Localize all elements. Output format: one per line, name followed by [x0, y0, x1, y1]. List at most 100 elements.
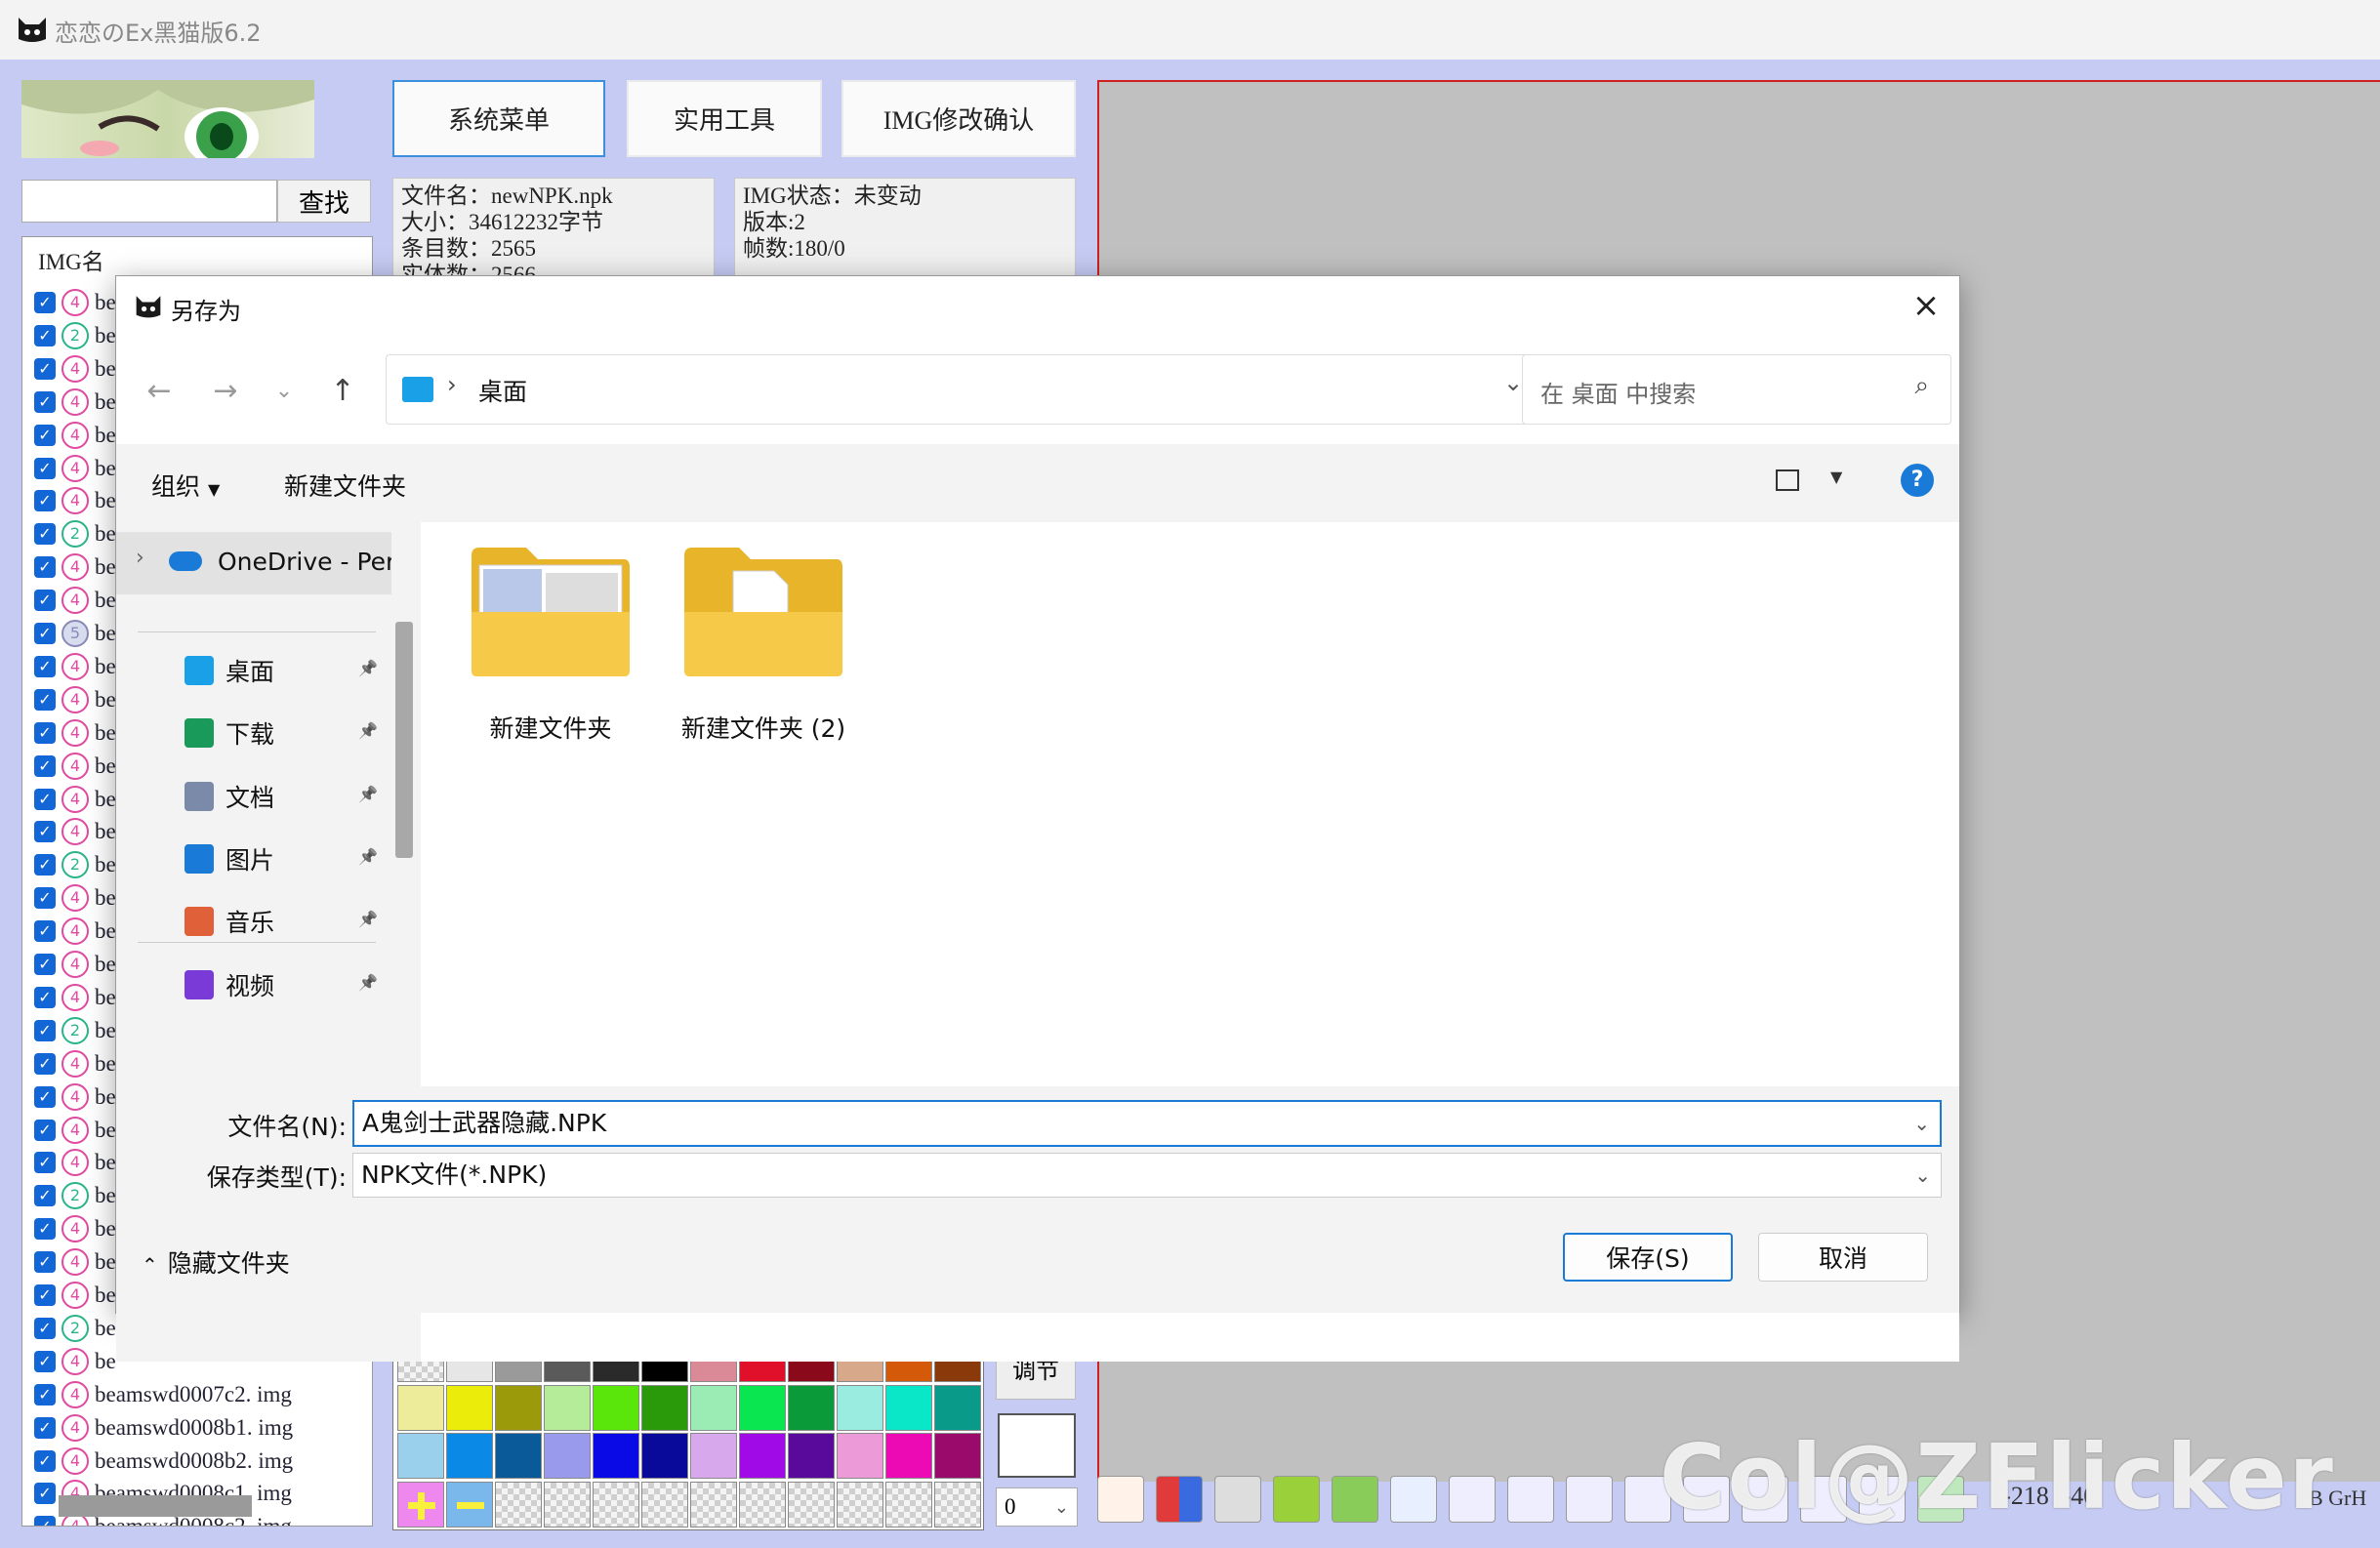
color-swatch[interactable]	[593, 1433, 639, 1479]
view-icon[interactable]	[1776, 469, 1799, 491]
checkbox-checked-icon[interactable]: ✓	[34, 1185, 56, 1207]
horizontal-scrollbar-thumb[interactable]	[59, 1495, 252, 1517]
nav-item[interactable]: 下载	[185, 712, 274, 754]
recent-chevron-icon[interactable]: ⌄	[265, 372, 304, 411]
color-swatch[interactable]	[495, 1384, 542, 1431]
color-swatch[interactable]	[690, 1384, 737, 1431]
color-swatch[interactable]	[690, 1433, 737, 1479]
color-swatch[interactable]	[641, 1433, 688, 1479]
checkbox-checked-icon[interactable]: ✓	[34, 887, 56, 910]
nav-item[interactable]: 文档	[185, 775, 274, 818]
organize-button[interactable]: 组织 ▼	[151, 468, 220, 503]
color-swatch[interactable]	[934, 1384, 981, 1431]
chevron-down-icon[interactable]: ⌄	[1913, 1102, 1930, 1145]
transparent-swatch[interactable]	[837, 1481, 883, 1528]
list-item[interactable]: ✓ 4 beamswd0008b1. img	[22, 1411, 354, 1445]
palette-tool-icon[interactable]	[1156, 1476, 1203, 1523]
search-button[interactable]: 查找	[277, 180, 371, 223]
color-swatch[interactable]	[397, 1384, 444, 1431]
back-arrow-icon[interactable]: ←	[140, 372, 179, 411]
checkbox-checked-icon[interactable]: ✓	[34, 854, 56, 876]
color-swatch[interactable]	[397, 1433, 444, 1479]
transparent-swatch[interactable]	[885, 1481, 932, 1528]
checkbox-checked-icon[interactable]: ✓	[34, 821, 56, 843]
checkbox-checked-icon[interactable]: ✓	[34, 754, 56, 777]
crop-icon[interactable]	[1566, 1476, 1613, 1523]
chevron-down-icon[interactable]: ⌄	[1914, 1154, 1931, 1197]
transparent-swatch[interactable]	[593, 1481, 639, 1528]
zoom-select[interactable]: 0 ⌄	[996, 1487, 1078, 1527]
checkbox-checked-icon[interactable]: ✓	[34, 920, 56, 943]
color-swatch[interactable]	[885, 1433, 932, 1479]
hide-folders-toggle[interactable]: ⌃ 隐藏文件夹	[142, 1244, 290, 1280]
filetype-select[interactable]: NPK文件(*.NPK) ⌄	[352, 1153, 1942, 1198]
clapper-tool-icon[interactable]	[1332, 1476, 1378, 1523]
nav-item[interactable]: 图片	[185, 837, 274, 880]
checkbox-checked-icon[interactable]: ✓	[34, 721, 56, 744]
system-menu-button[interactable]: 系统菜单	[392, 80, 605, 157]
nav-item[interactable]: 音乐	[185, 900, 274, 943]
checkbox-checked-icon[interactable]: ✓	[34, 1152, 56, 1174]
color-swatch[interactable]	[446, 1433, 493, 1479]
transparent-swatch[interactable]	[641, 1481, 688, 1528]
checkbox-checked-icon[interactable]: ✓	[34, 986, 56, 1008]
checkbox-checked-icon[interactable]: ✓	[34, 1052, 56, 1075]
checkbox-checked-icon[interactable]: ✓	[34, 490, 56, 512]
checkbox-checked-icon[interactable]: ✓	[34, 623, 56, 644]
address-dropdown-icon[interactable]: ⌄	[1503, 369, 1523, 396]
search-input[interactable]	[21, 180, 277, 223]
checkbox-checked-icon[interactable]: ✓	[34, 688, 56, 711]
checkbox-checked-icon[interactable]: ✓	[34, 1416, 56, 1439]
up-arrow-icon[interactable]: ↑	[323, 372, 362, 411]
checkbox-checked-icon[interactable]: ✓	[34, 1119, 56, 1141]
plus-icon[interactable]	[397, 1481, 444, 1528]
save-button[interactable]: 保存(S)	[1563, 1233, 1733, 1282]
breadcrumb-desktop[interactable]: 桌面	[478, 373, 527, 408]
color-swatch[interactable]	[934, 1433, 981, 1479]
checkbox-checked-icon[interactable]: ✓	[34, 1516, 56, 1526]
color-swatch[interactable]	[739, 1384, 786, 1431]
checkbox-checked-icon[interactable]: ✓	[34, 1350, 56, 1372]
nav-item[interactable]: 视频	[185, 963, 274, 1006]
expand-chevron-icon[interactable]: ›	[136, 546, 144, 570]
close-icon[interactable]: ×	[1908, 288, 1944, 323]
folder-item-2[interactable]: 新建文件夹 (2)	[680, 544, 846, 743]
img-confirm-button[interactable]: IMG修改确认	[841, 80, 1076, 157]
checkbox-checked-icon[interactable]: ✓	[34, 424, 56, 446]
minus-icon[interactable]	[446, 1481, 493, 1528]
color-swatch[interactable]	[446, 1384, 493, 1431]
color-swatch[interactable]	[544, 1384, 591, 1431]
checkbox-checked-icon[interactable]: ✓	[34, 1284, 56, 1306]
axis-tool-icon[interactable]	[1507, 1476, 1554, 1523]
checkbox-checked-icon[interactable]: ✓	[34, 1085, 56, 1108]
checkbox-checked-icon[interactable]: ✓	[34, 1218, 56, 1241]
checkbox-checked-icon[interactable]: ✓	[34, 1251, 56, 1274]
checkbox-checked-icon[interactable]: ✓	[34, 390, 56, 413]
dialog-search-input[interactable]: 在 桌面 中搜索 ⌕	[1522, 354, 1951, 425]
transparent-swatch[interactable]	[788, 1481, 835, 1528]
tools-button[interactable]: 实用工具	[627, 80, 822, 157]
color-swatch[interactable]	[641, 1384, 688, 1431]
forward-arrow-icon[interactable]: →	[206, 372, 245, 411]
pin-icon[interactable]: 📌	[358, 721, 378, 740]
cat-tool-icon[interactable]	[1273, 1476, 1320, 1523]
checkbox-checked-icon[interactable]: ✓	[34, 457, 56, 479]
color-swatch[interactable]	[837, 1433, 883, 1479]
view-caret-icon[interactable]: ▼	[1830, 468, 1842, 486]
checkbox-checked-icon[interactable]: ✓	[34, 1383, 56, 1405]
nav-scrollbar-thumb[interactable]	[395, 622, 413, 858]
help-icon[interactable]: ?	[1901, 464, 1934, 497]
transparent-swatch[interactable]	[544, 1481, 591, 1528]
checkbox-checked-icon[interactable]: ✓	[34, 1317, 56, 1339]
grid-tool-icon[interactable]	[1097, 1476, 1144, 1523]
checkbox-checked-icon[interactable]: ✓	[34, 357, 56, 380]
color-swatch[interactable]	[593, 1384, 639, 1431]
checkbox-checked-icon[interactable]: ✓	[34, 556, 56, 579]
checkbox-checked-icon[interactable]: ✓	[34, 1449, 56, 1472]
color-swatch[interactable]	[544, 1433, 591, 1479]
color-swatch[interactable]	[788, 1433, 835, 1479]
checkbox-checked-icon[interactable]: ✓	[34, 954, 56, 975]
folder-item-1[interactable]: 新建文件夹	[468, 544, 634, 743]
paw-tool-icon[interactable]	[1390, 1476, 1437, 1523]
transparent-swatch[interactable]	[934, 1481, 981, 1528]
